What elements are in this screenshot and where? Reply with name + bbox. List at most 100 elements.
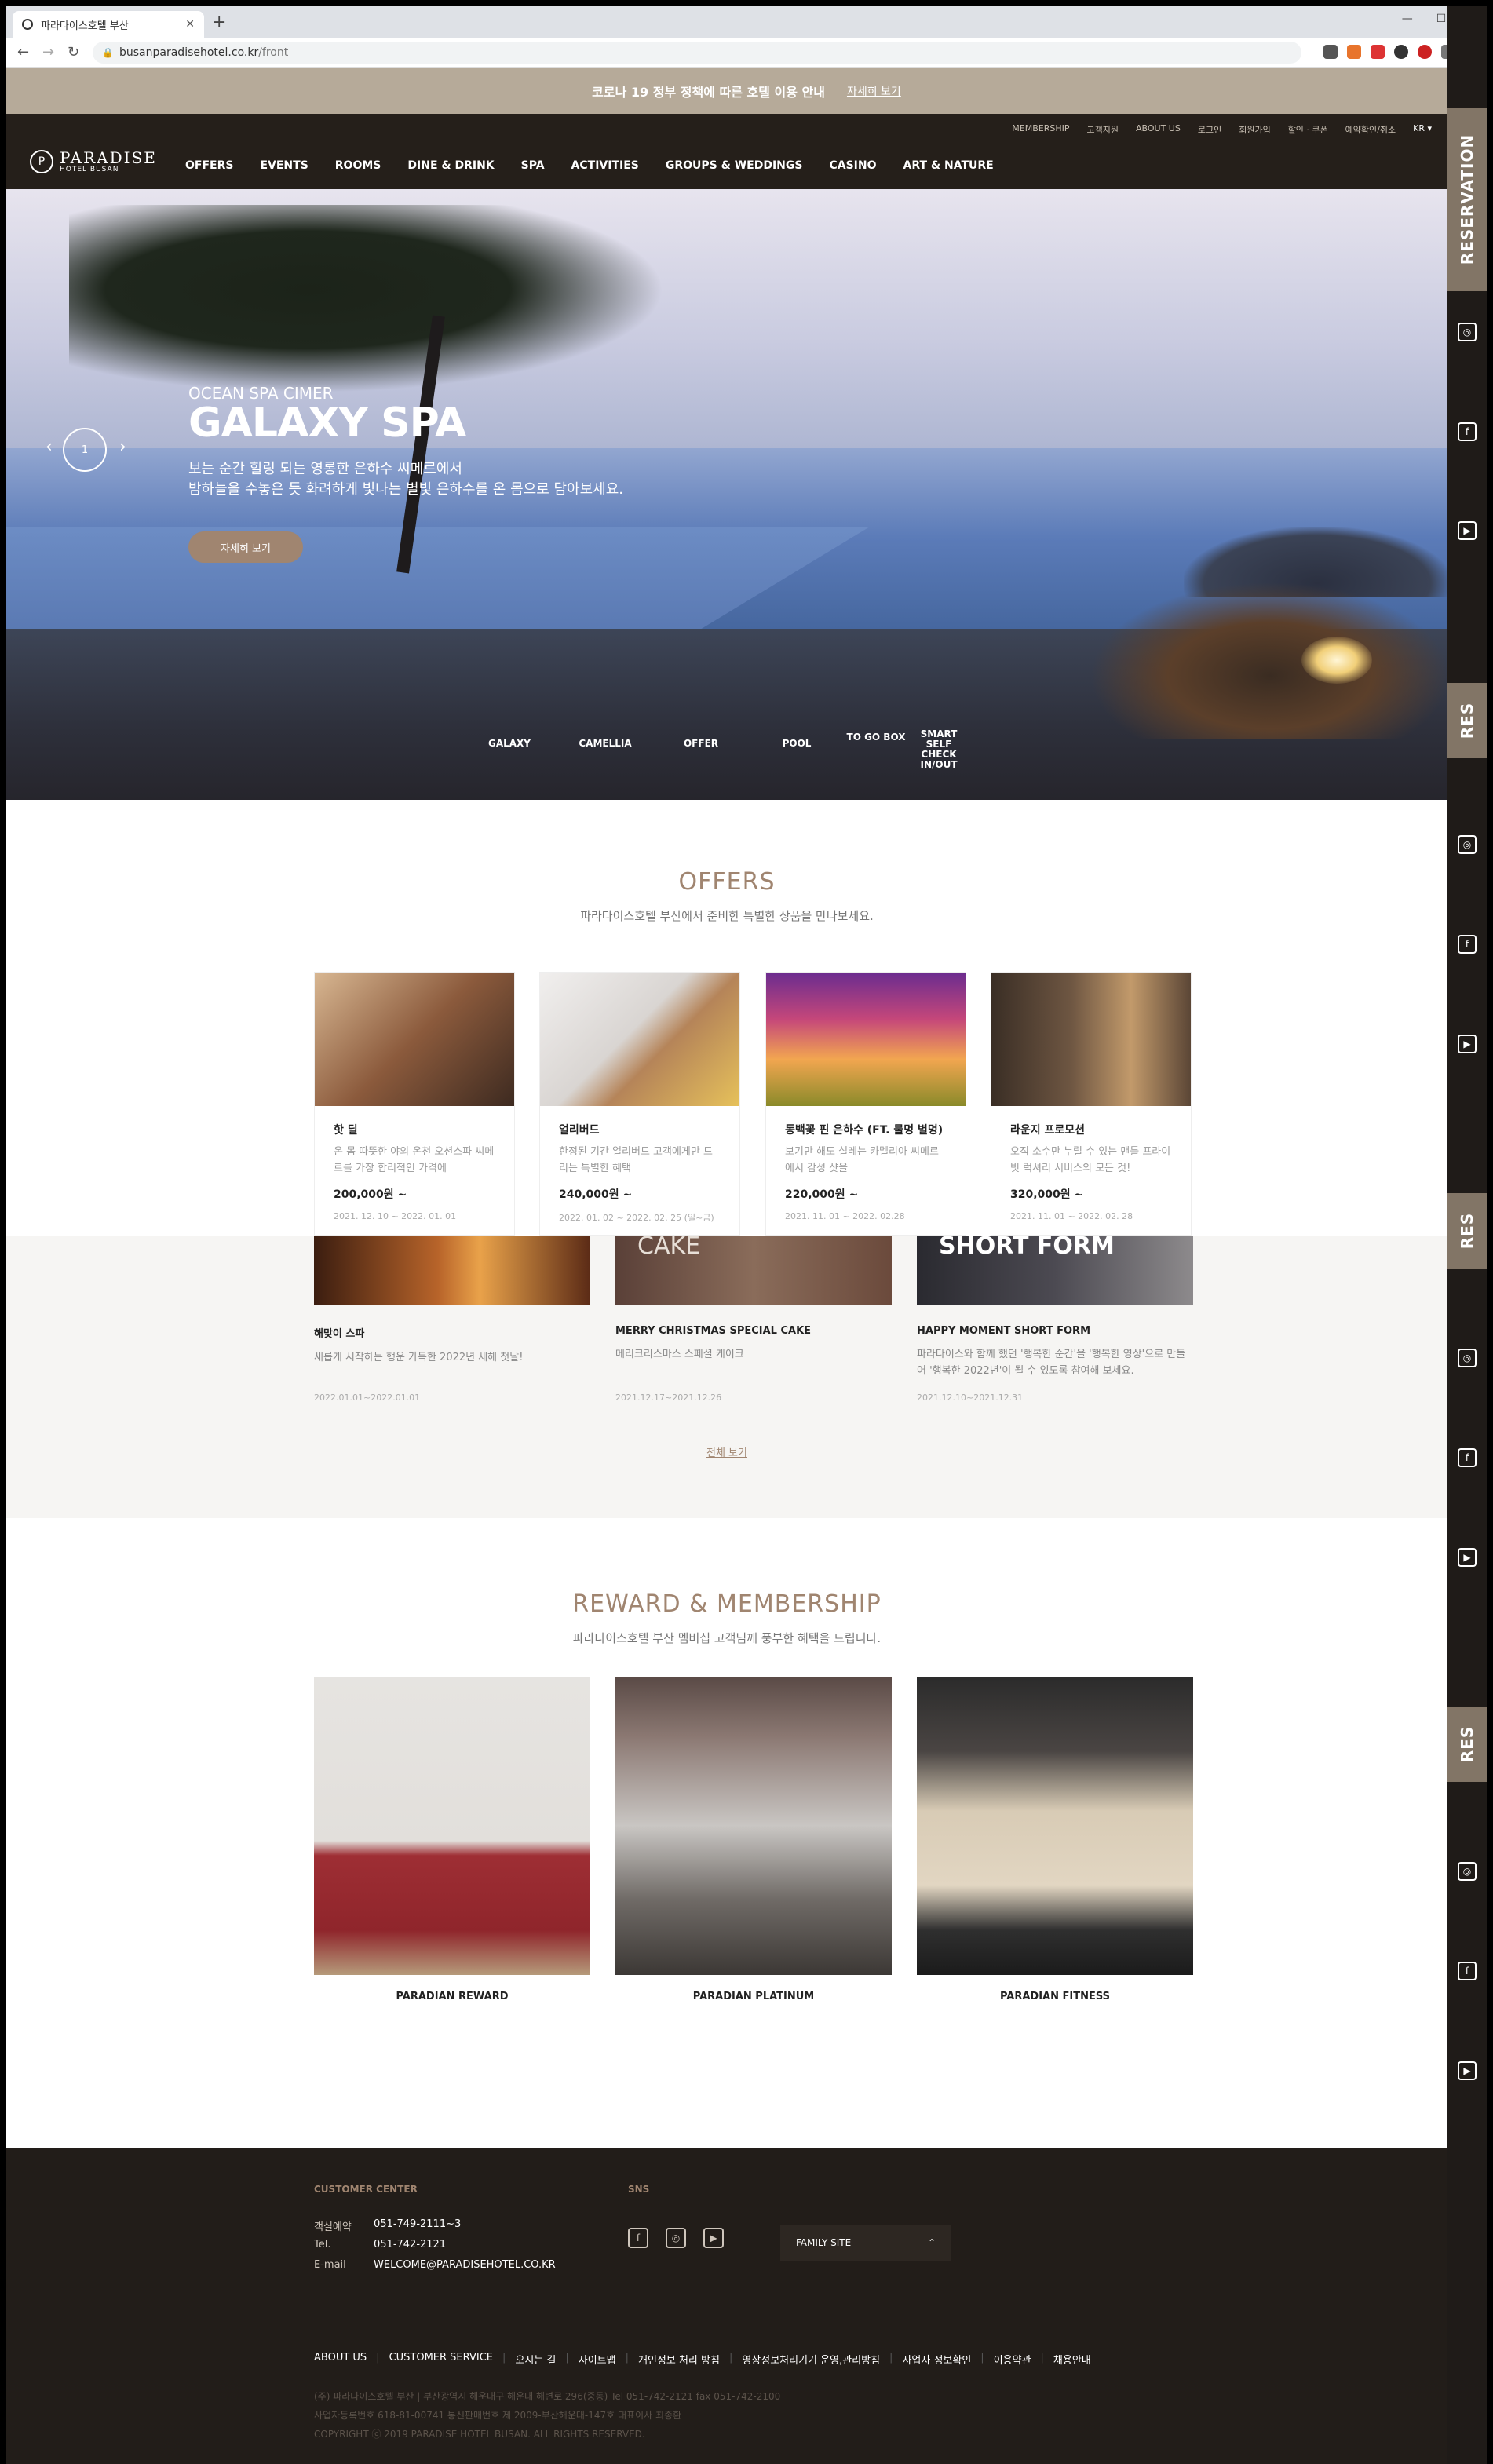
event-image: SHORT FORM [917, 1232, 1193, 1305]
slide-tab-camellia[interactable]: CAMELLIA [557, 739, 653, 770]
back-icon[interactable]: ← [17, 44, 29, 60]
nav-groups-weddings[interactable]: GROUPS & WEDDINGS [666, 159, 803, 172]
nav-art-nature[interactable]: ART & NATURE [903, 159, 994, 172]
utility-link[interactable]: 회원가입 [1239, 123, 1270, 136]
nav-rooms[interactable]: ROOMS [335, 159, 381, 172]
family-site-label: FAMILY SITE [796, 2237, 852, 2248]
footer-link[interactable]: 이용약관 [994, 2352, 1031, 2367]
view-all-link[interactable]: 전체 보기 [6, 1444, 1447, 1459]
event-item[interactable]: CAKE MERRY CHRISTMAS SPECIAL CAKE 메리크리스마… [615, 1232, 892, 1403]
event-item[interactable]: SHORT FORM HAPPY MOMENT SHORT FORM 파라다이스… [917, 1232, 1193, 1403]
reservation-button[interactable]: RESERVATION [1447, 108, 1487, 291]
utility-link[interactable]: 예약확인/취소 [1345, 123, 1396, 136]
membership-image [917, 1677, 1193, 1975]
hero-slide-tabs: GALAXY CAMELLIA OFFER POOL TO GO BOX SMA… [462, 729, 970, 770]
nav-offers[interactable]: OFFERS [185, 159, 233, 172]
youtube-icon[interactable]: ▶ [1458, 1035, 1477, 1053]
language-select[interactable]: KR ▾ [1413, 123, 1432, 136]
membership-item[interactable]: PARADIAN FITNESS [917, 1677, 1193, 2002]
instagram-icon[interactable]: ◎ [666, 2228, 686, 2248]
slide-tab-pool[interactable]: POOL [749, 739, 845, 770]
event-item[interactable]: 해맞이 스파 새롭게 시작하는 행운 가득한 2022년 새해 첫날! 2022… [314, 1236, 590, 1403]
event-title: MERRY CHRISTMAS SPECIAL CAKE [615, 1325, 812, 1337]
footer-link[interactable]: 사이트맵 [579, 2352, 616, 2367]
instagram-icon[interactable]: ◎ [1458, 1862, 1477, 1881]
instagram-icon[interactable]: ◎ [1458, 323, 1477, 341]
event-title: HAPPY MOMENT SHORT FORM [917, 1325, 1091, 1337]
nav-dine-drink[interactable]: DINE & DRINK [407, 159, 494, 172]
footer-link[interactable]: 사업자 정보확인 [902, 2352, 971, 2367]
next-slide-icon[interactable]: › [119, 437, 126, 457]
utility-link[interactable]: MEMBERSHIP [1012, 123, 1069, 136]
new-tab-icon[interactable]: + [212, 13, 226, 32]
facebook-icon[interactable]: f [1458, 1448, 1477, 1467]
nav-casino[interactable]: CASINO [829, 159, 876, 172]
reservation-button[interactable]: RES [1447, 1193, 1487, 1269]
extension-icon[interactable] [1347, 45, 1361, 59]
reservation-label: RES [1458, 702, 1477, 739]
offer-card[interactable]: 얼리버드 한정된 기간 얼리버드 고객에게만 드리는 특별한 혜택 240,00… [539, 972, 740, 1236]
utility-link[interactable]: ABOUT US [1136, 123, 1181, 136]
hero-shrub [1090, 582, 1447, 739]
maximize-icon[interactable]: ☐ [1436, 13, 1447, 25]
offer-card[interactable]: 핫 딜 온 몸 따뜻한 야외 온천 오션스파 씨메르를 가장 합리적인 가격에 … [314, 972, 515, 1236]
youtube-icon[interactable]: ▶ [1458, 2061, 1477, 2080]
prev-slide-icon[interactable]: ‹ [46, 437, 53, 457]
membership-label: PARADIAN FITNESS [999, 1991, 1111, 2002]
url-path: /front [258, 46, 289, 59]
membership-item[interactable]: PARADIAN PLATINUM [615, 1677, 892, 2002]
facebook-icon[interactable]: f [628, 2228, 648, 2248]
offers-title: OFFERS [678, 868, 776, 896]
family-site-select[interactable]: FAMILY SITE ⌃ [780, 2225, 951, 2261]
footer-link[interactable]: 개인정보 처리 방침 [638, 2352, 720, 2367]
youtube-icon[interactable]: ▶ [1458, 521, 1477, 540]
address-bar[interactable]: 🔒 busanparadisehotel.co.kr/front [93, 42, 1301, 64]
footer-link[interactable]: CUSTOMER SERVICE [389, 2352, 493, 2367]
footer-link[interactable]: 오시는 길 [515, 2352, 556, 2367]
facebook-icon[interactable]: f [1458, 1962, 1477, 1980]
extension-icon[interactable] [1394, 45, 1408, 59]
reload-icon[interactable]: ↻ [68, 44, 79, 60]
utility-link[interactable]: 할인 · 쿠폰 [1288, 123, 1328, 136]
extension-icon[interactable] [1323, 45, 1338, 59]
youtube-icon[interactable]: ▶ [703, 2228, 724, 2248]
notice-more-link[interactable]: 자세히 보기 [847, 83, 901, 99]
nav-events[interactable]: EVENTS [260, 159, 308, 172]
facebook-icon[interactable]: f [1458, 935, 1477, 954]
nav-activities[interactable]: ACTIVITIES [571, 159, 639, 172]
forward-icon[interactable]: → [42, 44, 54, 60]
slide-tab-to-go-box[interactable]: TO GO BOX [845, 732, 907, 770]
offer-image [540, 973, 739, 1106]
utility-link[interactable]: 로그인 [1198, 123, 1221, 136]
tab-close-icon[interactable]: ✕ [185, 18, 195, 31]
membership-item[interactable]: PARADIAN REWARD [314, 1677, 590, 2002]
event-image [314, 1236, 590, 1305]
minimize-icon[interactable]: — [1402, 13, 1413, 25]
offer-date: 2021. 12. 10 ~ 2022. 01. 01 [334, 1211, 457, 1221]
extension-icon[interactable] [1418, 45, 1432, 59]
footer-link[interactable]: ABOUT US [314, 2352, 367, 2367]
instagram-icon[interactable]: ◎ [1458, 835, 1477, 854]
footer-link[interactable]: 영상정보처리기기 운영,관리방침 [742, 2352, 880, 2367]
site-footer: CUSTOMER CENTER 객실예약 051-749-2111~3 Tel. 0… [6, 2148, 1447, 2464]
facebook-icon[interactable]: f [1458, 422, 1477, 441]
slide-tab-smart-check[interactable]: SMART SELF CHECK IN/OUT [907, 729, 970, 770]
instagram-icon[interactable]: ◎ [1458, 1349, 1477, 1367]
site-logo[interactable]: P PARADISE HOTEL BUSAN [30, 150, 157, 173]
utility-link[interactable]: 고객지원 [1087, 123, 1119, 136]
offer-card[interactable]: 라운지 프로모션 오직 소수만 누릴 수 있는 맨틀 프라이빗 럭셔리 서비스의… [991, 972, 1192, 1236]
reservation-button[interactable]: RES [1447, 683, 1487, 758]
hero-more-button[interactable]: 자세히 보기 [188, 531, 303, 563]
slide-tab-galaxy[interactable]: GALAXY [462, 739, 557, 770]
youtube-icon[interactable]: ▶ [1458, 1548, 1477, 1567]
email-link[interactable]: WELCOME@PARADISEHOTEL.CO.KR [374, 2259, 556, 2271]
event-desc: 파라다이스와 함께 했던 '행복한 순간'을 '행복한 영상'으로 만들어 '행… [917, 1349, 1186, 1377]
offer-card[interactable]: 동백꽃 핀 은하수 (FT. 물멍 별멍) 보기만 해도 설레는 카멜리아 씨메… [765, 972, 966, 1236]
browser-tab[interactable]: 파라다이스호텔 부산 ✕ [13, 11, 204, 38]
footer-link[interactable]: 채용안내 [1053, 2352, 1091, 2367]
nav-spa[interactable]: SPA [521, 159, 545, 172]
contact-row: 객실예약 051-749-2111~3 [314, 2218, 461, 2233]
extension-icon[interactable] [1371, 45, 1385, 59]
reservation-button[interactable]: RES [1447, 1707, 1487, 1782]
slide-tab-offer[interactable]: OFFER [653, 739, 749, 770]
